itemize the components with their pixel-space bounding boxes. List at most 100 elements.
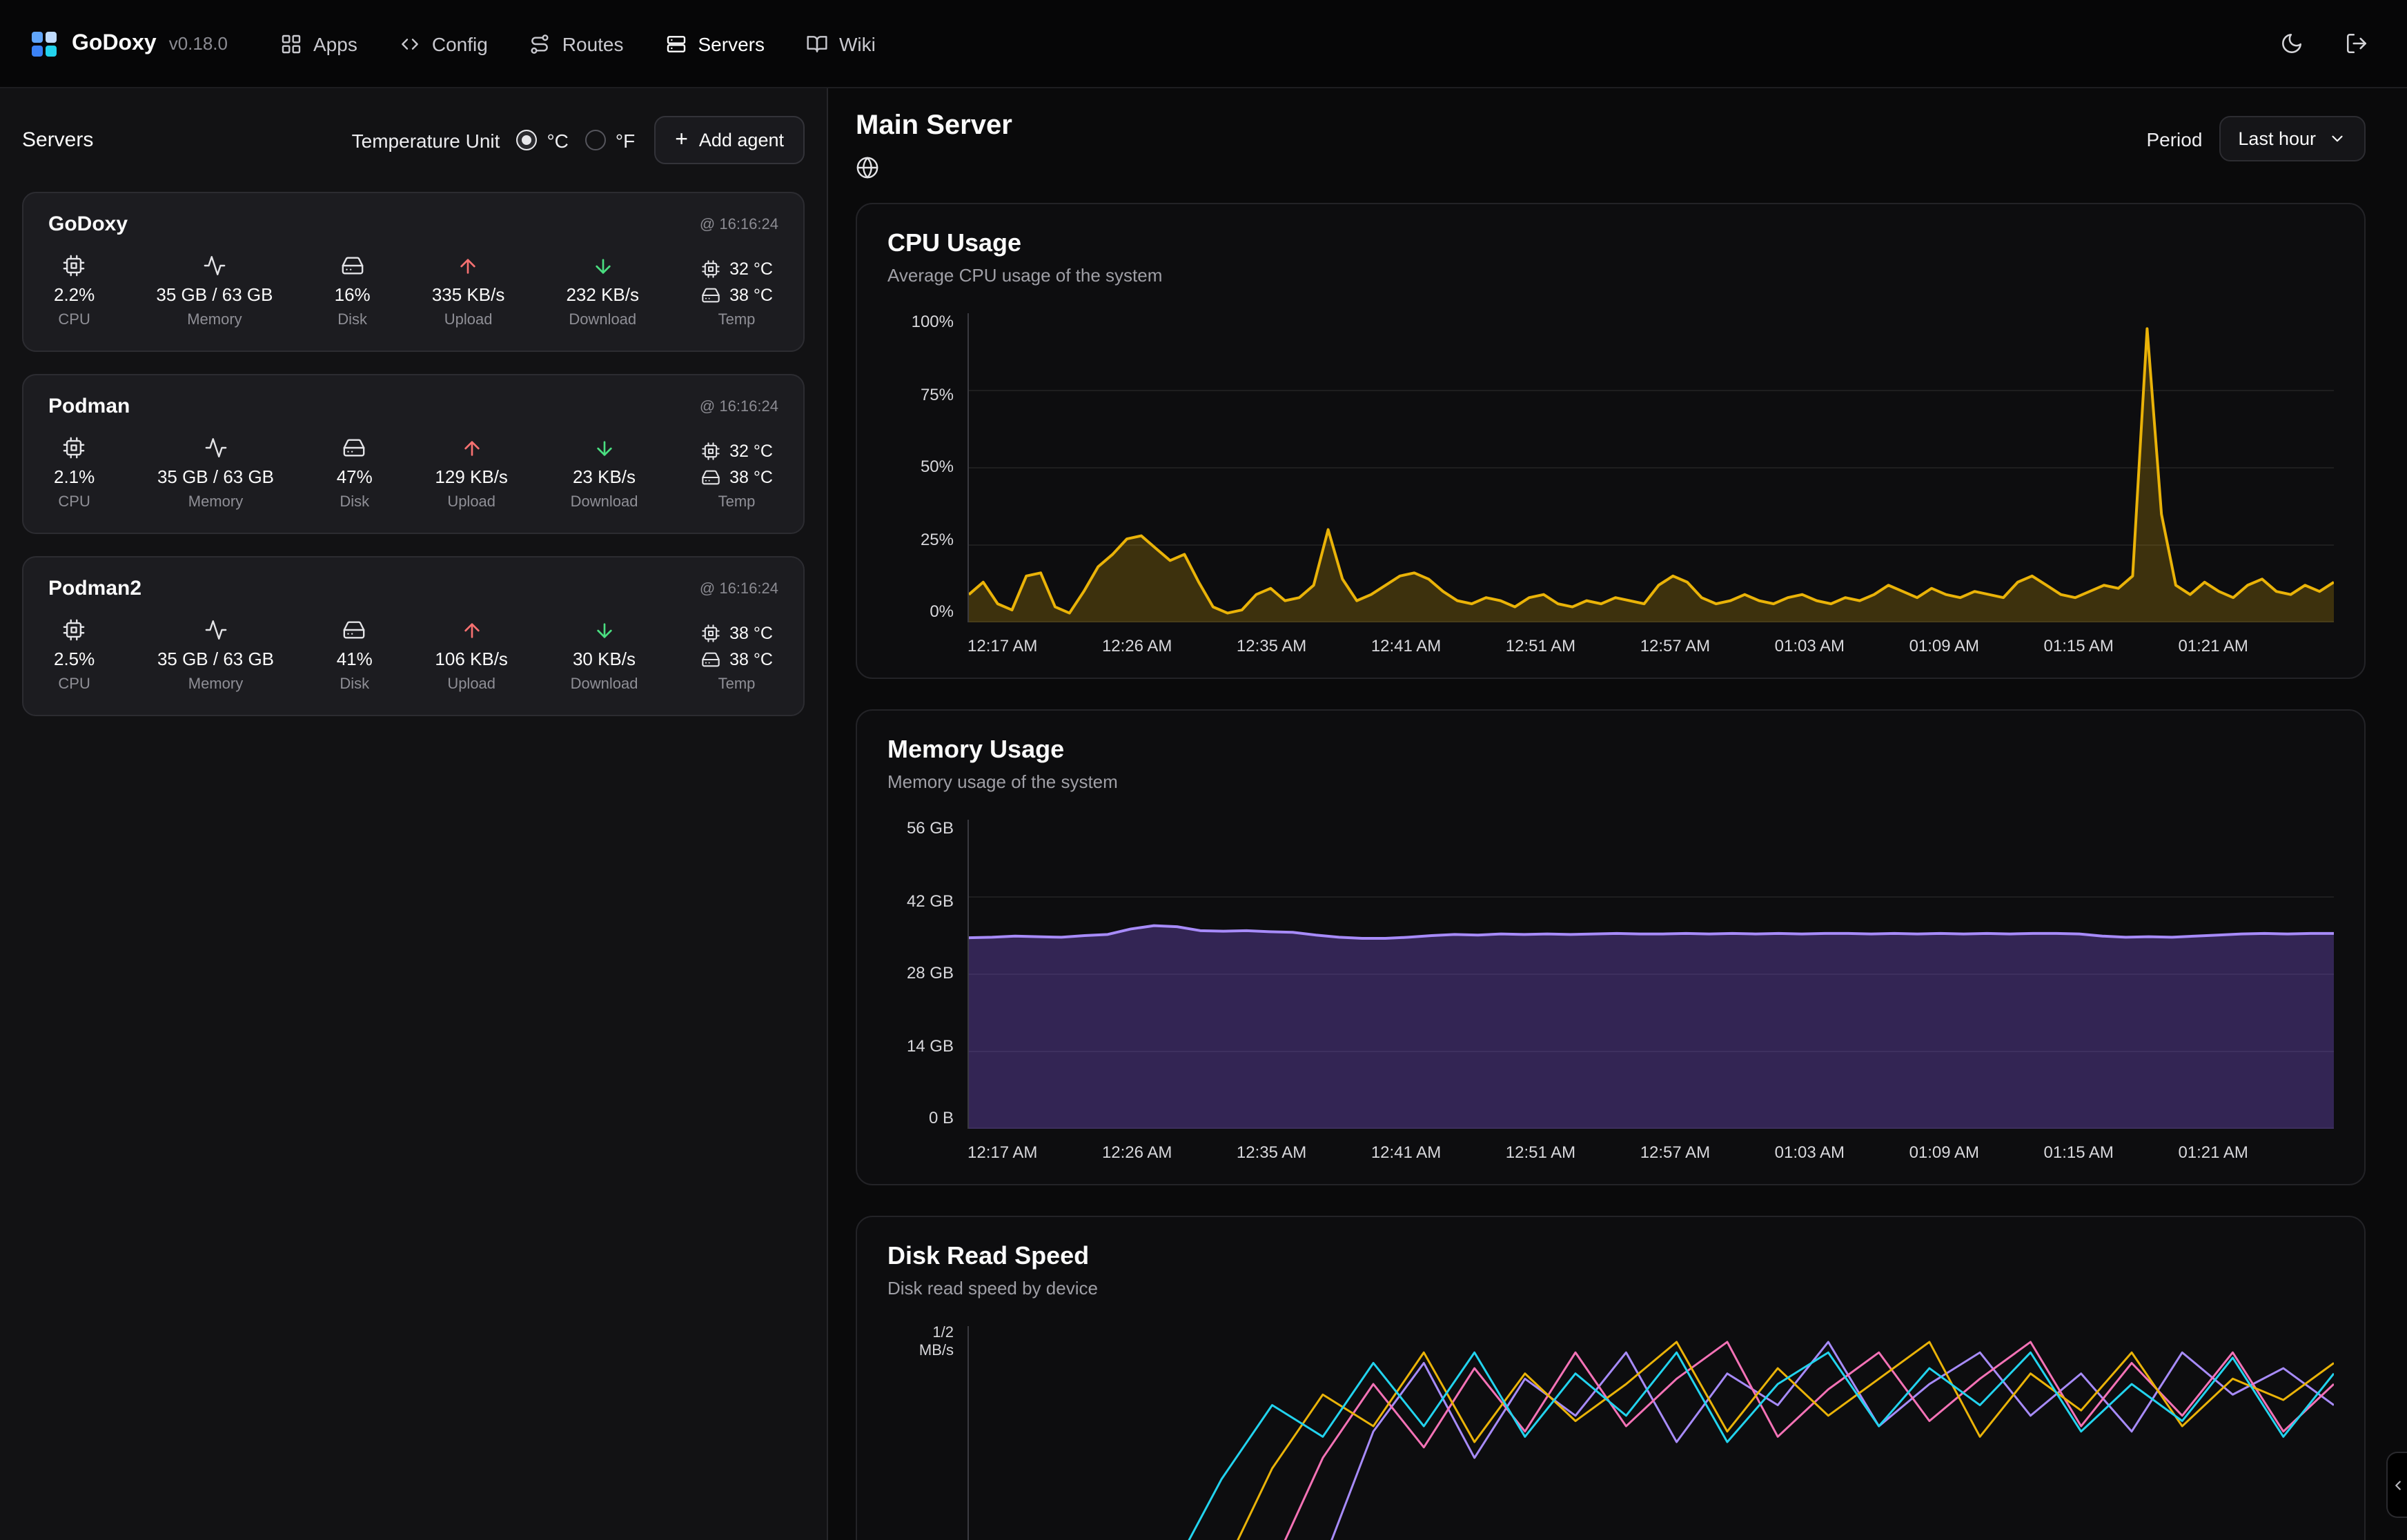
- x-tick: 12:57 AM: [1640, 636, 1710, 655]
- arrow-up-icon: [460, 620, 482, 642]
- celsius-label: °C: [547, 129, 568, 151]
- content: Servers Temperature Unit °C °F + Add age…: [0, 88, 2407, 1540]
- server-title-block: Main Server: [856, 110, 1012, 186]
- upload-value: 129 KB/s: [435, 466, 508, 487]
- server-stats: 2.5% CPU 35 GB / 63 GB Memory 41% Disk: [48, 618, 778, 693]
- hard-drive-icon: [343, 436, 366, 460]
- x-tick: 01:03 AM: [1775, 1143, 1845, 1162]
- cpu-value: 2.5%: [54, 649, 95, 669]
- memory-chart-plot[interactable]: [967, 820, 2334, 1129]
- hard-drive-icon: [700, 650, 720, 669]
- y-tick: 75%: [921, 384, 954, 404]
- logout-button[interactable]: [2337, 23, 2377, 63]
- cpu-chip-icon: [63, 436, 86, 460]
- y-tick: 42 GB: [907, 891, 954, 910]
- arrow-up-icon: [458, 255, 480, 277]
- cpu-temp-value: 38 °C: [729, 624, 773, 643]
- nav-item-routes[interactable]: Routes: [529, 32, 624, 55]
- disk-stat: 47% Disk: [337, 436, 373, 511]
- disk-chart-plot[interactable]: [967, 1326, 2334, 1540]
- hard-drive-icon: [700, 286, 720, 305]
- arrow-down-icon: [593, 437, 616, 460]
- plus-icon: +: [675, 132, 688, 148]
- book-icon: [806, 32, 828, 55]
- cpu-temp-value: 32 °C: [729, 442, 773, 461]
- fahrenheit-radio[interactable]: °F: [585, 129, 635, 151]
- brand-title: GoDoxy: [72, 31, 157, 56]
- server-name: GoDoxy: [48, 213, 128, 236]
- disk-label: Disk: [340, 676, 369, 693]
- celsius-radio[interactable]: °C: [516, 129, 568, 151]
- nav-item-label: Apps: [313, 32, 357, 55]
- code-icon: [399, 32, 421, 55]
- collapse-panel-tab[interactable]: [2386, 1452, 2407, 1518]
- nav-item-apps[interactable]: Apps: [280, 32, 357, 55]
- sidebar-header: Servers Temperature Unit °C °F + Add age…: [22, 116, 805, 164]
- cpu-stat: 2.5% CPU: [54, 618, 95, 693]
- temp-stat: 32 °C 38 °C Temp: [700, 442, 773, 511]
- x-tick: 12:26 AM: [1102, 1143, 1172, 1162]
- add-agent-label: Add agent: [699, 130, 784, 150]
- add-agent-button[interactable]: + Add agent: [654, 116, 805, 164]
- temp-stat: 38 °C 38 °C Temp: [700, 624, 773, 693]
- download-label: Download: [571, 494, 638, 511]
- server-card[interactable]: GoDoxy @ 16:16:24 2.2% CPU 35 GB / 63 GB…: [22, 192, 805, 352]
- nav-item-label: Servers: [698, 32, 765, 55]
- temp-label: Temp: [718, 494, 756, 511]
- memory-value: 35 GB / 63 GB: [157, 649, 274, 669]
- x-tick: 12:51 AM: [1506, 636, 1575, 655]
- radio-checked-icon: [516, 130, 537, 150]
- route-icon: [529, 32, 551, 55]
- upload-stat: 335 KB/s Upload: [432, 255, 505, 328]
- cpu-chip-icon: [700, 442, 720, 461]
- hard-drive-icon: [700, 468, 720, 487]
- disk-read-speed-card: Disk Read Speed Disk read speed by devic…: [856, 1216, 2366, 1540]
- y-tick: 100%: [912, 312, 954, 331]
- cpu-stat: 2.1% CPU: [54, 436, 95, 511]
- memory-value: 35 GB / 63 GB: [157, 466, 274, 487]
- x-axis-labels: 12:17 AM 12:26 AM 12:35 AM 12:41 AM 12:5…: [967, 1129, 2334, 1165]
- download-stat: 23 KB/s Download: [571, 437, 638, 511]
- server-card[interactable]: Podman @ 16:16:24 2.1% CPU 35 GB / 63 GB…: [22, 374, 805, 534]
- server-card[interactable]: Podman2 @ 16:16:24 2.5% CPU 35 GB / 63 G…: [22, 556, 805, 716]
- y-tick: 14 GB: [907, 1036, 954, 1055]
- cpu-chart-plot[interactable]: [967, 313, 2334, 622]
- download-label: Download: [571, 676, 638, 693]
- nav-item-servers[interactable]: Servers: [665, 32, 765, 55]
- hard-drive-icon: [343, 618, 366, 642]
- cpu-label: CPU: [58, 494, 90, 511]
- download-stat: 232 KB/s Download: [566, 255, 639, 328]
- nav-item-config[interactable]: Config: [399, 32, 488, 55]
- fahrenheit-label: °F: [616, 129, 635, 151]
- download-value: 30 KB/s: [573, 649, 636, 669]
- download-value: 232 KB/s: [566, 284, 639, 305]
- chevron-left-icon: [2390, 1477, 2405, 1492]
- disk-value: 41%: [337, 649, 373, 669]
- cpu-chip-icon: [700, 624, 720, 643]
- cpu-label: CPU: [58, 312, 90, 328]
- nav-item-wiki[interactable]: Wiki: [806, 32, 876, 55]
- chart-title: CPU Usage: [887, 229, 2334, 258]
- theme-toggle-button[interactable]: [2272, 23, 2312, 63]
- period-control: Period Last hour: [2146, 116, 2366, 161]
- x-tick: 12:51 AM: [1506, 1143, 1575, 1162]
- upload-stat: 106 KB/s Upload: [435, 620, 508, 693]
- upload-stat: 129 KB/s Upload: [435, 437, 508, 511]
- cpu-value: 2.2%: [54, 284, 95, 305]
- period-select[interactable]: Last hour: [2219, 116, 2366, 161]
- cpu-label: CPU: [58, 676, 90, 693]
- disk-temp-value: 38 °C: [729, 286, 773, 305]
- server-card-header: GoDoxy @ 16:16:24: [48, 213, 778, 236]
- download-stat: 30 KB/s Download: [571, 620, 638, 693]
- temp-stat: 32 °C 38 °C Temp: [700, 259, 773, 328]
- memory-usage-card: Memory Usage Memory usage of the system …: [856, 709, 2366, 1185]
- chart-subtitle: Disk read speed by device: [887, 1278, 2334, 1299]
- server-stack-icon: [665, 32, 687, 55]
- radio-unchecked-icon: [585, 130, 606, 150]
- nav-item-label: Wiki: [839, 32, 876, 55]
- main-nav: Apps Config Routes Servers Wiki: [280, 32, 876, 55]
- server-updated-time: @ 16:16:24: [700, 580, 778, 597]
- period-label: Period: [2146, 128, 2202, 150]
- globe-icon[interactable]: [856, 156, 879, 179]
- upload-label: Upload: [447, 494, 495, 511]
